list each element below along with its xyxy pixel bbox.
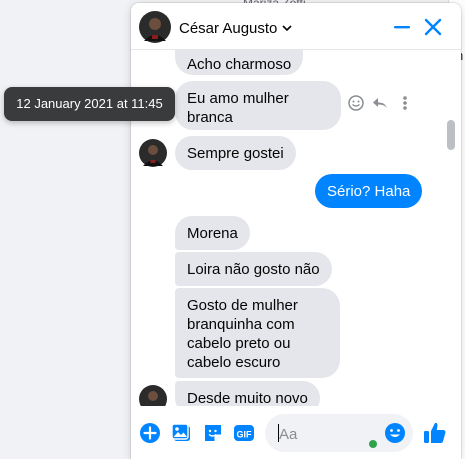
message-bubble[interactable]: Loira não gosto não — [175, 252, 332, 286]
message-bubble[interactable]: Desde muito novo — [175, 381, 320, 406]
avatar[interactable] — [139, 385, 167, 406]
scrollbar-thumb[interactable] — [447, 120, 455, 150]
message-bubble-sent[interactable]: Sério? Haha — [315, 174, 423, 208]
reply-icon[interactable] — [371, 94, 389, 112]
message-input-wrapper[interactable] — [265, 414, 413, 452]
scrollbar[interactable] — [443, 50, 457, 406]
photo-icon[interactable] — [171, 422, 193, 444]
plus-icon[interactable] — [139, 422, 161, 444]
chat-header: César Augusto — [131, 3, 461, 50]
message-bubble[interactable]: Eu amo mulher branca — [175, 81, 341, 130]
gif-icon[interactable]: GIF — [233, 422, 255, 444]
message-bubble[interactable]: Acho charmoso — [175, 50, 304, 75]
close-icon[interactable] — [424, 18, 442, 36]
avatar[interactable] — [139, 139, 167, 167]
composer: GIF — [131, 408, 461, 459]
emoji-react-icon[interactable] — [347, 94, 365, 112]
chevron-down-icon[interactable] — [281, 22, 293, 34]
emoji-icon[interactable] — [384, 422, 406, 444]
message-input[interactable] — [277, 422, 381, 446]
timestamp-tooltip: 12 January 2021 at 11:45 — [4, 87, 175, 121]
minimize-icon[interactable] — [393, 18, 411, 36]
like-icon[interactable] — [422, 420, 448, 446]
chat-window: César Augusto Acho charmoso Eu amo mulhe… — [131, 3, 461, 459]
more-icon[interactable] — [399, 94, 411, 112]
gif-label: GIF — [237, 430, 253, 440]
message-bubble[interactable]: Gosto de mulher branquinha com cabelo pr… — [175, 288, 340, 378]
message-list: Acho charmoso Eu amo mulher branca Sempr… — [131, 50, 461, 406]
sticker-icon[interactable] — [202, 422, 224, 444]
message-actions — [347, 94, 417, 116]
contact-name[interactable]: César Augusto — [179, 20, 277, 37]
avatar[interactable] — [139, 11, 171, 43]
online-indicator — [369, 440, 377, 448]
message-bubble[interactable]: Morena — [175, 216, 250, 250]
message-bubble[interactable]: Sempre gostei — [175, 136, 296, 170]
